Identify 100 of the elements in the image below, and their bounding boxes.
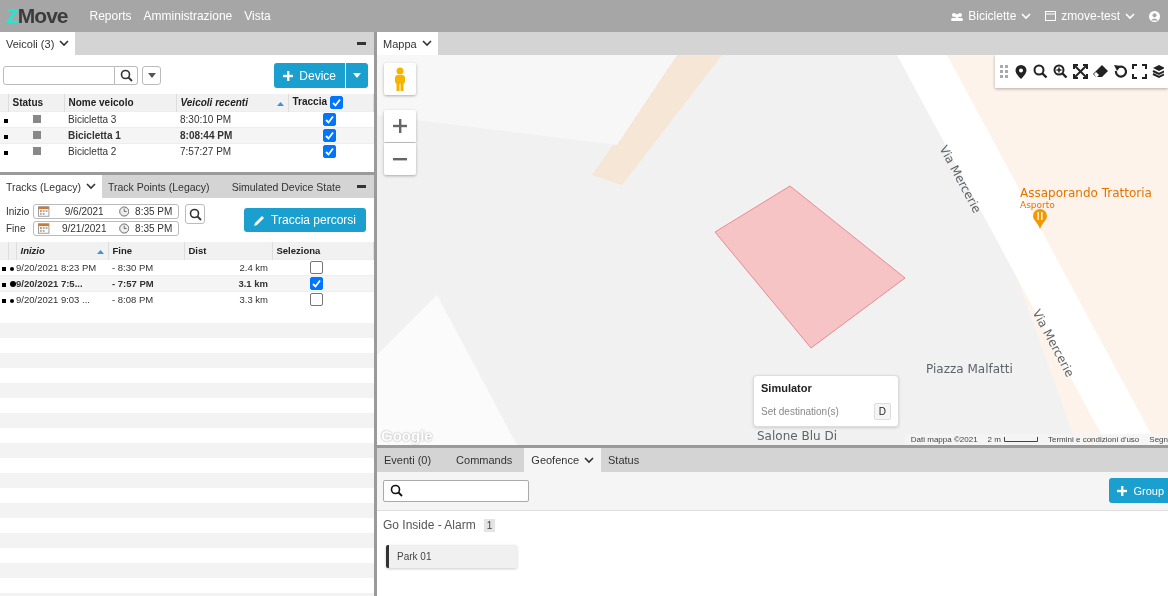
place-label: Assaporando Trattoria: [1020, 186, 1152, 200]
checkbox[interactable]: [323, 113, 336, 126]
column-header[interactable]: Nome veicolo: [64, 94, 176, 112]
panel-tab[interactable]: Geofence: [524, 448, 602, 472]
panel-tab[interactable]: Mappa: [377, 32, 438, 55]
attribution-text[interactable]: Termini e condizioni d'uso: [1047, 435, 1140, 444]
chevron-down-icon: [85, 183, 96, 190]
checkbox[interactable]: [329, 96, 343, 109]
key-hint[interactable]: D: [873, 403, 891, 420]
window-icon: [1045, 11, 1057, 21]
clock-icon: [118, 223, 130, 234]
track-end: - 8:30 PM: [112, 262, 154, 273]
eraser-icon[interactable]: [1093, 64, 1108, 79]
row-marker-icon: [2, 283, 6, 287]
minus-icon: [393, 157, 407, 161]
recent-time: 7:57:27 PM: [180, 146, 232, 157]
dropdown-button[interactable]: [346, 63, 368, 88]
place-label: Asporto: [1020, 200, 1055, 210]
checkbox[interactable]: [323, 145, 336, 158]
column-header[interactable]: Traccia: [288, 94, 374, 112]
sort-arrow-icon: [276, 102, 284, 106]
plus-icon: [1117, 485, 1128, 496]
column-header[interactable]: Veicoli recenti: [176, 94, 288, 112]
user-icon: [1149, 10, 1160, 22]
search-icon[interactable]: [1033, 64, 1048, 79]
people-icon: [951, 11, 964, 21]
card-title: Simulator: [761, 382, 813, 394]
track-start: 9/20/2021 8:23 PM: [16, 262, 97, 273]
track-end: - 8:08 PM: [112, 294, 154, 305]
caret-icon: [353, 73, 361, 78]
minimize-icon: [357, 42, 366, 45]
search-icon: [188, 207, 202, 221]
plus-icon: [283, 70, 294, 81]
action-label: Set destination(s): [761, 406, 839, 417]
column-header[interactable]: Dist: [184, 242, 272, 260]
zoom-in-button[interactable]: [384, 110, 416, 142]
search-button[interactable]: [185, 204, 206, 224]
track-distance: 3.1 km: [238, 278, 268, 289]
clock-icon: [118, 206, 130, 217]
scale-label: 2 m: [987, 435, 1001, 444]
location-pin-icon[interactable]: [1014, 64, 1028, 79]
row-marker-icon: [4, 135, 8, 139]
track-dot-icon: [10, 299, 14, 303]
place-label: Salone Blu Di: [757, 429, 837, 443]
column-header[interactable]: Inizio: [16, 242, 108, 260]
track-distance: 3.3 km: [239, 294, 268, 305]
track-distance: 2.4 km: [239, 262, 268, 273]
panel-tab[interactable]: Status: [601, 448, 647, 472]
panel-tab[interactable]: Commands: [438, 448, 525, 472]
recent-time: 8:30:10 PM: [180, 114, 232, 125]
panel-tab[interactable]: Track Points (Legacy): [101, 175, 216, 198]
zoom-out-button[interactable]: [384, 143, 416, 175]
checkbox[interactable]: [310, 277, 323, 290]
search-field[interactable]: [383, 479, 529, 502]
column-header[interactable]: Status: [8, 94, 64, 112]
geofence-item[interactable]: Park 01: [386, 545, 517, 568]
vehicle-name[interactable]: Bicicletta 2: [68, 146, 117, 157]
undo-icon[interactable]: [1113, 64, 1127, 79]
column-header[interactable]: Seleziona: [272, 242, 374, 260]
datetime-field[interactable]: 9/21/2021 8:35 PM: [33, 221, 180, 236]
row-marker-icon: [4, 151, 8, 155]
person-icon: [393, 67, 407, 91]
checkbox[interactable]: [310, 293, 323, 306]
panel-tab[interactable]: Eventi (0): [377, 448, 439, 472]
search-button[interactable]: [115, 66, 138, 85]
calendar-icon: [38, 206, 50, 217]
field-label: Fine: [6, 223, 27, 234]
track-start: 9/20/2021 9:03 ...: [16, 294, 90, 305]
attribution-text[interactable]: Dati mappa ©2021: [910, 435, 978, 444]
chevron-down-icon: [421, 40, 432, 47]
checkbox[interactable]: [323, 129, 336, 142]
search-icon: [390, 484, 403, 497]
zoom-in-icon[interactable]: [1053, 64, 1068, 79]
plus-icon: [393, 119, 407, 133]
place-label: Piazza Malfatti: [926, 362, 1013, 376]
calendar-icon: [38, 223, 50, 234]
search-icon: [119, 69, 133, 82]
layers-icon[interactable]: [1152, 64, 1164, 79]
column-header[interactable]: Fine: [108, 242, 184, 260]
field-label: Inizio: [6, 206, 30, 217]
fullscreen-icon[interactable]: [1132, 64, 1147, 79]
search-field[interactable]: [3, 66, 115, 85]
scale-bar-icon: [1003, 437, 1038, 442]
group-title: Go Inside - Alarm: [383, 518, 476, 532]
expand-icon[interactable]: [1073, 64, 1088, 79]
filter-dropdown[interactable]: [142, 66, 161, 85]
row-marker-icon: [4, 119, 8, 123]
panel-tab[interactable]: Veicoli (3): [0, 32, 76, 55]
attribution-text[interactable]: Segn: [1149, 435, 1168, 444]
panel-tab[interactable]: Tracks (Legacy): [0, 175, 102, 198]
datetime-field[interactable]: 9/6/2021 8:35 PM: [33, 204, 180, 219]
chevron-down-icon: [59, 40, 70, 47]
caret-icon: [147, 73, 156, 78]
track-dot-icon: [10, 281, 16, 287]
track-start: 9/20/2021 7:5...: [16, 278, 83, 289]
panel-tab[interactable]: Simulated Device State: [225, 175, 347, 198]
vehicle-name[interactable]: Bicicletta 3: [68, 114, 117, 125]
checkbox[interactable]: [310, 261, 323, 274]
pencil-icon: [254, 214, 266, 226]
sort-arrow-icon: [96, 250, 104, 254]
